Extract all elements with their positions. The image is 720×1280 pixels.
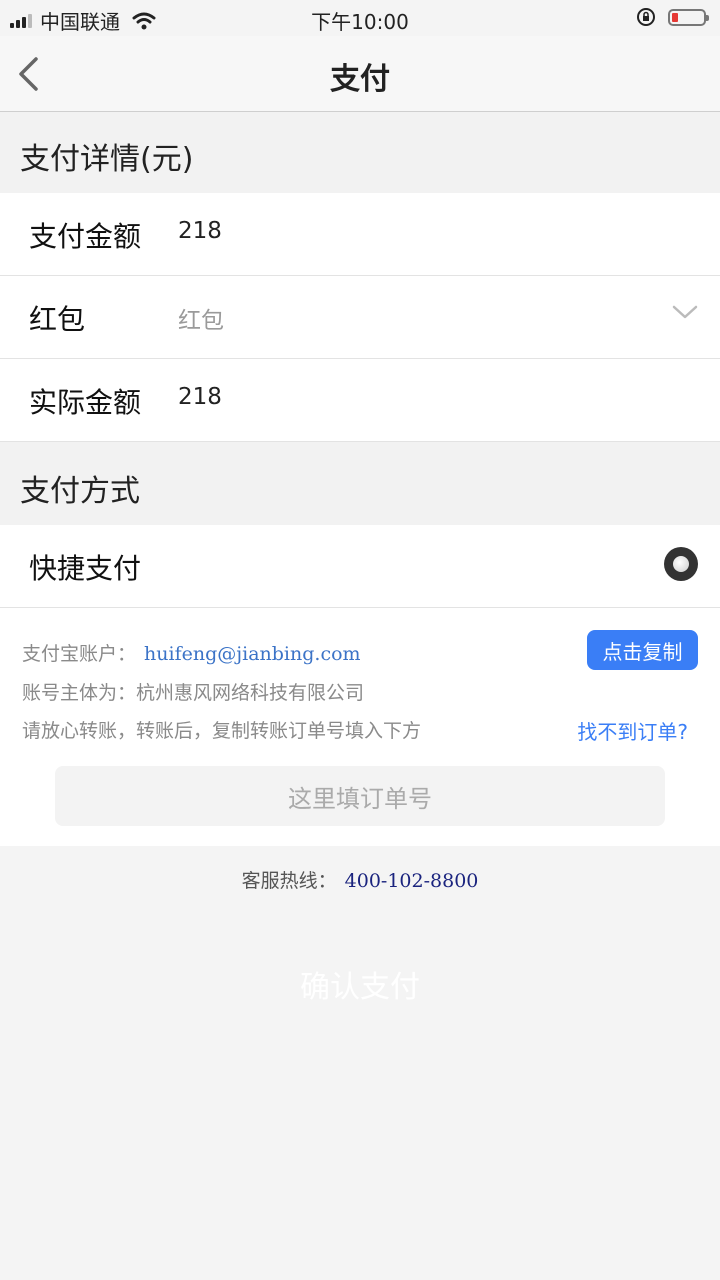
alipay-account-line: 支付宝账户： huifeng@jianbing.com bbox=[22, 639, 361, 666]
rotation-lock-icon bbox=[637, 8, 655, 26]
copy-button[interactable]: 点击复制 bbox=[587, 630, 698, 670]
instruction-line: 请放心转账，转账后，复制转账订单号填入下方 bbox=[22, 720, 422, 742]
actual-amount-row: 实际金额 218 bbox=[0, 359, 720, 442]
payment-details-header: 支付详情(元) bbox=[0, 112, 720, 193]
order-number-input[interactable]: 这里填订单号 bbox=[55, 766, 665, 826]
chevron-down-icon[interactable] bbox=[672, 304, 698, 320]
hotline-number[interactable]: 400-102-8800 bbox=[345, 870, 479, 892]
pay-amount-row: 支付金额 218 bbox=[0, 193, 720, 276]
hotline-label: 客服热线： bbox=[241, 870, 337, 892]
quick-pay-radio[interactable] bbox=[664, 547, 698, 581]
battery-icon bbox=[668, 8, 709, 26]
red-packet-select[interactable]: 红包 bbox=[178, 301, 224, 335]
section-title: 支付方式 bbox=[20, 474, 140, 509]
quick-pay-row[interactable]: 快捷支付 bbox=[0, 525, 720, 608]
transfer-info-panel: 支付宝账户： huifeng@jianbing.com 点击复制 账号主体为：杭州… bbox=[0, 608, 720, 846]
status-time: 下午10:00 bbox=[311, 10, 409, 34]
nav-bar: 支付 bbox=[0, 36, 720, 112]
status-bar: 中国联通 下午10:00 bbox=[0, 0, 720, 36]
alipay-account: huifeng@jianbing.com bbox=[144, 643, 361, 665]
find-order-link[interactable]: 找不到订单? bbox=[577, 716, 688, 745]
pay-amount-value: 218 bbox=[178, 218, 222, 244]
hotline: 客服热线： 400-102-8800 bbox=[0, 866, 720, 893]
section-title: 支付详情(元) bbox=[20, 142, 194, 177]
confirm-pay-button[interactable]: 确认支付 bbox=[0, 962, 720, 1006]
row-label: 实际金额 bbox=[29, 386, 142, 419]
row-label: 红包 bbox=[29, 303, 86, 336]
row-label: 支付金额 bbox=[29, 220, 142, 253]
quick-pay-label: 快捷支付 bbox=[29, 552, 142, 585]
page-title: 支付 bbox=[330, 62, 390, 97]
alipay-label: 支付宝账户： bbox=[22, 643, 137, 665]
actual-amount-value: 218 bbox=[178, 384, 222, 410]
red-packet-row[interactable]: 红包 红包 bbox=[0, 276, 720, 359]
status-right bbox=[636, 7, 709, 27]
entity-line: 账号主体为：杭州惠风网络科技有限公司 bbox=[22, 682, 365, 704]
payment-method-header: 支付方式 bbox=[0, 442, 720, 525]
